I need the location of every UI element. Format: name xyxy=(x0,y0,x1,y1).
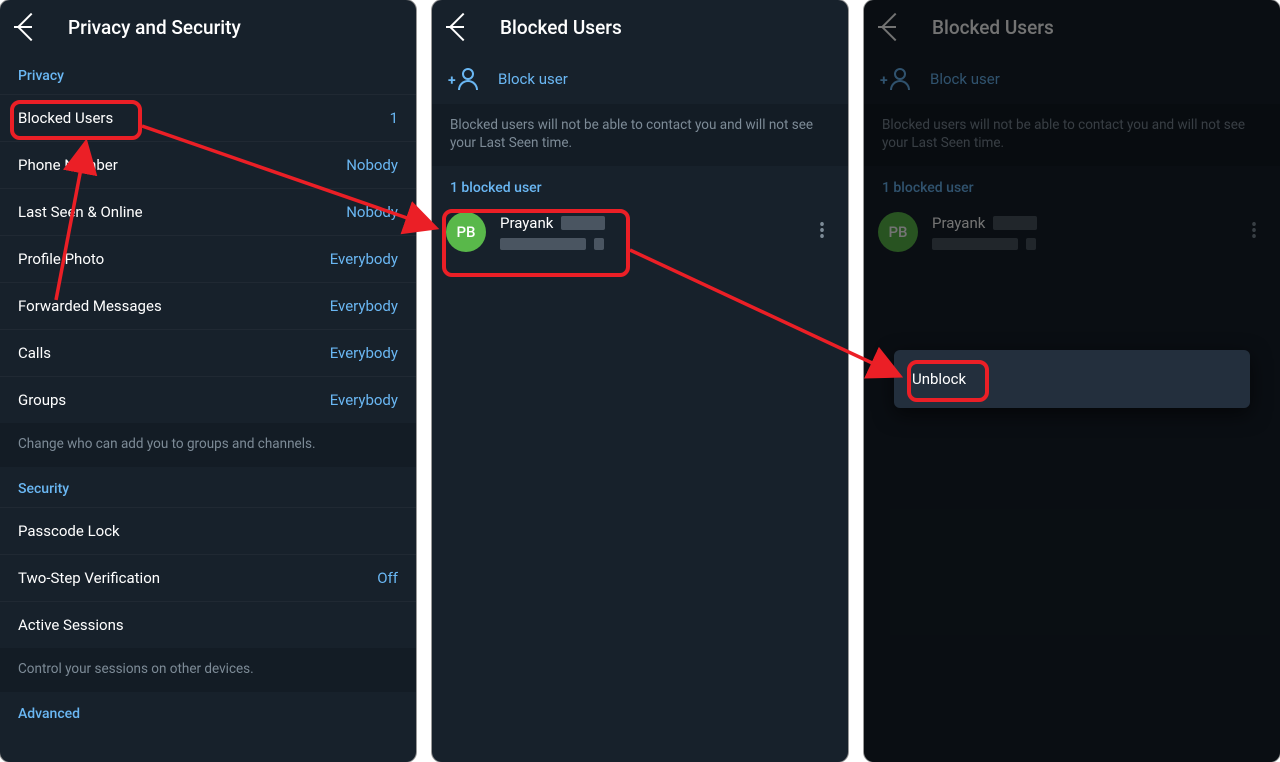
panel-blocked-users: Blocked Users + Block user Blocked users… xyxy=(432,0,848,762)
item-label: Passcode Lock xyxy=(18,522,120,540)
item-value: Everybody xyxy=(330,391,398,409)
item-phone-number[interactable]: Phone Number Nobody xyxy=(0,141,416,188)
item-forwarded-messages[interactable]: Forwarded Messages Everybody xyxy=(0,282,416,329)
user-name: Prayank xyxy=(500,214,553,232)
page-title: Privacy and Security xyxy=(68,16,241,39)
blocked-user-row[interactable]: PB Prayank ••• xyxy=(864,204,1280,262)
block-user-label: Block user xyxy=(498,70,568,88)
item-label: Groups xyxy=(18,391,66,409)
item-label: Active Sessions xyxy=(18,616,124,634)
page-title: Blocked Users xyxy=(500,16,622,39)
user-info: Prayank xyxy=(500,214,796,250)
header: Blocked Users xyxy=(432,0,848,54)
panel-privacy-security: Privacy and Security Privacy Blocked Use… xyxy=(0,0,416,762)
blocked-count: 1 blocked user xyxy=(864,166,1280,204)
user-info: Prayank xyxy=(932,214,1228,250)
item-label: Forwarded Messages xyxy=(18,297,162,315)
context-menu: Unblock xyxy=(894,350,1250,408)
more-options-icon[interactable]: ••• xyxy=(810,223,834,241)
item-label: Calls xyxy=(18,344,51,362)
security-note: Control your sessions on other devices. xyxy=(0,648,416,692)
item-active-sessions[interactable]: Active Sessions xyxy=(0,601,416,648)
item-value: Off xyxy=(377,569,398,587)
block-user-label: Block user xyxy=(930,70,1000,88)
item-groups[interactable]: Groups Everybody xyxy=(0,376,416,423)
block-user-row[interactable]: + Block user xyxy=(864,54,1280,104)
redacted-text xyxy=(594,238,604,250)
section-header-privacy: Privacy xyxy=(0,54,416,94)
user-name: Prayank xyxy=(932,214,985,232)
section-header-security: Security xyxy=(0,467,416,507)
item-value: Everybody xyxy=(330,250,398,268)
avatar: PB xyxy=(446,212,486,252)
item-value: Nobody xyxy=(346,156,398,174)
item-value: Nobody xyxy=(346,203,398,221)
add-person-icon: + xyxy=(448,68,476,90)
item-passcode-lock[interactable]: Passcode Lock xyxy=(0,507,416,554)
panel-blocked-users-menu: Blocked Users + Block user Blocked users… xyxy=(864,0,1280,762)
item-last-seen[interactable]: Last Seen & Online Nobody xyxy=(0,188,416,235)
back-button[interactable] xyxy=(872,7,912,47)
item-label: Two-Step Verification xyxy=(18,569,160,587)
page-title: Blocked Users xyxy=(932,16,1054,39)
blocked-info: Blocked users will not be able to contac… xyxy=(432,104,848,166)
back-button[interactable] xyxy=(8,7,48,47)
item-blocked-users[interactable]: Blocked Users 1 xyxy=(0,94,416,141)
menu-item-unblock[interactable]: Unblock xyxy=(894,356,1250,402)
blocked-info: Blocked users will not be able to contac… xyxy=(864,104,1280,166)
redacted-text xyxy=(932,238,1018,250)
item-calls[interactable]: Calls Everybody xyxy=(0,329,416,376)
back-button[interactable] xyxy=(440,7,480,47)
blocked-user-row[interactable]: PB Prayank ••• xyxy=(432,204,848,262)
block-user-row[interactable]: + Block user xyxy=(432,54,848,104)
item-label: Profile Photo xyxy=(18,250,104,268)
add-person-icon: + xyxy=(880,68,908,90)
item-value: 1 xyxy=(390,109,398,127)
redacted-text xyxy=(561,216,605,230)
header: Privacy and Security xyxy=(0,0,416,54)
item-value: Everybody xyxy=(330,344,398,362)
header: Blocked Users xyxy=(864,0,1280,54)
section-header-advanced: Advanced xyxy=(0,692,416,737)
item-label: Blocked Users xyxy=(18,109,113,127)
item-two-step[interactable]: Two-Step Verification Off xyxy=(0,554,416,601)
blocked-count: 1 blocked user xyxy=(432,166,848,204)
privacy-note: Change who can add you to groups and cha… xyxy=(0,423,416,467)
item-label: Phone Number xyxy=(18,156,118,174)
item-label: Last Seen & Online xyxy=(18,203,143,221)
redacted-text xyxy=(1026,238,1036,250)
more-options-icon[interactable]: ••• xyxy=(1242,223,1266,241)
item-value: Everybody xyxy=(330,297,398,315)
item-profile-photo[interactable]: Profile Photo Everybody xyxy=(0,235,416,282)
avatar: PB xyxy=(878,212,918,252)
redacted-text xyxy=(993,216,1037,230)
redacted-text xyxy=(500,238,586,250)
